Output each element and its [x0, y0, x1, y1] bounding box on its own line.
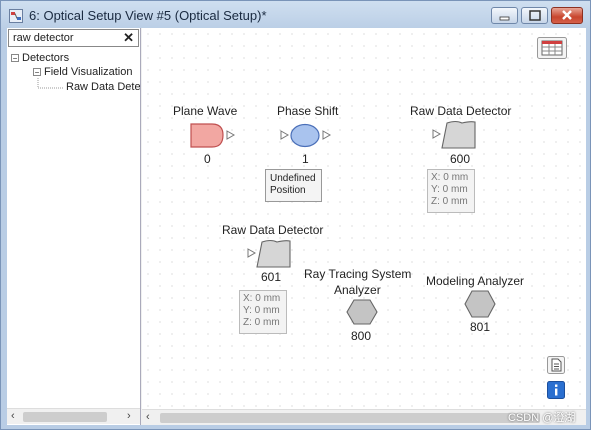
position-info-box: Undefined Position [265, 169, 322, 202]
component-label: Phase Shift [277, 104, 339, 118]
component-number: 0 [204, 152, 211, 166]
tree-horizontal-scrollbar[interactable]: ‹ › [7, 408, 140, 424]
tree-item-detectors[interactable]: − Detectors [11, 52, 69, 66]
component-number: 800 [351, 329, 372, 343]
table-view-icon[interactable] [537, 37, 567, 59]
tree-connector-line [37, 78, 63, 89]
scroll-thumb[interactable] [160, 413, 540, 423]
tree-item-label: Raw Data Detector [66, 81, 140, 93]
scroll-left-icon[interactable]: ‹ [146, 411, 150, 423]
minimize-icon [499, 16, 510, 21]
component-number: 601 [261, 270, 282, 284]
title-bar[interactable]: 6: Optical Setup View #5 (Optical Setup)… [1, 1, 590, 29]
component-number: 801 [470, 320, 491, 334]
detector-icon[interactable] [247, 239, 293, 269]
scroll-thumb[interactable] [23, 412, 107, 422]
component-label: Modeling Analyzer [426, 274, 525, 288]
restore-icon [529, 10, 541, 21]
tree-item-label: Field Visualization [44, 66, 133, 78]
client-area: raw detector ✕ − Detectors − Field Visuali… [7, 28, 586, 425]
component-number: 1 [302, 152, 309, 166]
tree-item-label: Detectors [22, 52, 70, 64]
collapse-icon[interactable]: − [11, 54, 19, 63]
clear-search-icon[interactable]: ✕ [123, 30, 134, 46]
minimize-button[interactable] [491, 7, 518, 24]
maximize-button[interactable] [521, 7, 548, 24]
optical-setup-icon [9, 9, 23, 23]
search-value: raw detector [13, 32, 74, 44]
component-catalog-panel: raw detector ✕ − Detectors − Field Visuali… [7, 28, 141, 425]
window-title: 6: Optical Setup View #5 (Optical Setup)… [29, 8, 267, 23]
phase-shift-icon[interactable] [280, 123, 336, 149]
plane-wave-icon[interactable] [190, 123, 236, 149]
scroll-right-icon[interactable]: › [127, 410, 131, 422]
info-line: Y: 0 mm [431, 184, 468, 195]
info-line: X: 0 mm [243, 293, 281, 304]
info-line: Z: 0 mm [431, 196, 468, 207]
component-label-line2: Analyzer [334, 283, 381, 297]
info-line: Position [270, 185, 306, 196]
info-line: X: 0 mm [431, 172, 469, 183]
close-icon [562, 10, 572, 20]
info-line: Z: 0 mm [243, 317, 280, 328]
info-line: Undefined [270, 173, 316, 184]
search-input[interactable]: raw detector ✕ [8, 29, 139, 47]
position-info-box: X: 0 mm Y: 0 mm Z: 0 mm [427, 169, 475, 213]
collapse-icon[interactable]: − [33, 68, 41, 77]
position-info-box: X: 0 mm Y: 0 mm Z: 0 mm [239, 290, 287, 334]
document-icon[interactable] [547, 356, 565, 374]
component-number: 600 [450, 152, 471, 166]
component-label: Raw Data Detector [410, 104, 512, 118]
component-label: Ray Tracing System [304, 267, 412, 281]
component-label: Plane Wave [173, 104, 238, 118]
info-icon[interactable] [547, 381, 565, 399]
optical-setup-canvas[interactable]: Plane Wave 0 Phase Shift 1 Undefined Pos… [142, 28, 586, 409]
analyzer-icon[interactable] [464, 290, 496, 318]
info-line: Y: 0 mm [243, 305, 280, 316]
detector-icon[interactable] [432, 120, 478, 150]
component-label: Raw Data Detector [222, 223, 324, 237]
watermark: CSDN @澄湖 [508, 412, 576, 424]
tree-item-raw-data-detector[interactable]: Raw Data Detector [66, 81, 140, 95]
close-button[interactable] [551, 7, 583, 24]
scroll-left-icon[interactable]: ‹ [11, 410, 15, 422]
analyzer-icon[interactable] [346, 299, 378, 325]
optical-setup-window: 6: Optical Setup View #5 (Optical Setup)… [0, 0, 591, 430]
